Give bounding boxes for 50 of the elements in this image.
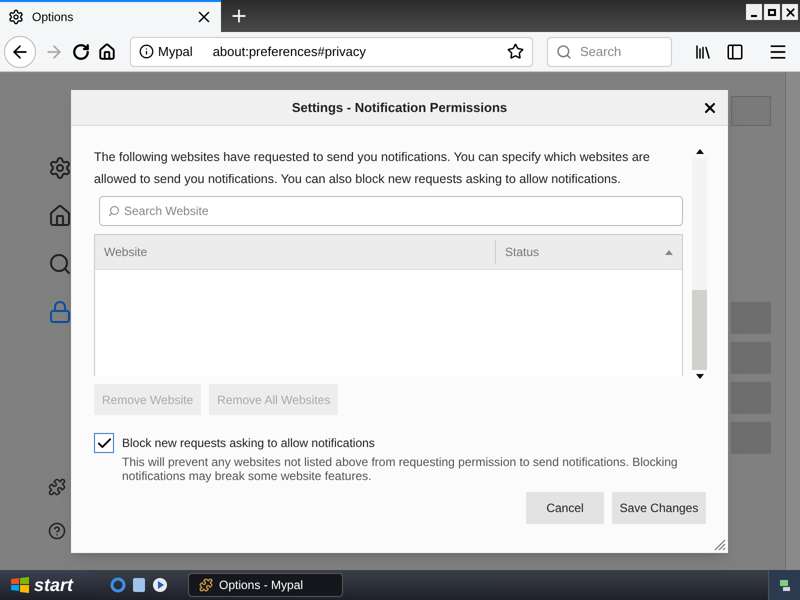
search-icon [108,205,120,217]
back-button[interactable] [4,36,36,68]
dialog-description: The following websites have requested to send you notifications. You can specify which websites are allowed to send you notifications. You can also block new requests asking to allow notifications. [94,149,651,188]
gear-icon[interactable] [48,156,72,180]
library-icon[interactable] [694,42,712,60]
windows-logo-icon [10,576,30,594]
app-icon [199,578,213,592]
help-icon[interactable] [48,522,66,540]
close-button[interactable] [782,4,798,20]
reload-icon[interactable] [72,42,90,60]
lock-icon[interactable] [48,300,72,324]
resize-grip-icon[interactable] [714,539,726,551]
document-icon[interactable] [132,577,146,593]
checkbox[interactable] [94,433,114,453]
home-icon[interactable] [98,42,116,60]
checkbox-label[interactable]: Block new requests asking to allow notifications [122,434,728,452]
home-icon[interactable] [48,204,72,228]
close-icon [784,6,796,18]
media-player-icon[interactable] [152,577,168,593]
site-identity: Mypal [158,42,193,61]
network-icon[interactable] [778,578,792,592]
browser-icon[interactable] [110,577,126,593]
sort-arrow-icon [665,250,673,254]
browser-tab[interactable]: Options [0,0,221,32]
restore-button[interactable] [764,4,780,20]
sidebar-icon[interactable] [726,42,744,60]
column-header[interactable]: Website [95,240,496,264]
taskbar-task[interactable]: Options - Mypal [188,573,343,597]
tab-title: Options [32,9,74,26]
search-icon [556,44,572,60]
search-icon[interactable] [48,252,72,276]
option-note: This will prevent any websites not listed above from requesting permission to send notifications. Blocking notifications may break some website features. [122,455,679,483]
column-header[interactable]: Status [496,240,682,264]
info-icon[interactable] [139,44,154,59]
gear-icon [8,9,24,25]
save-button[interactable]: Save Changes [612,492,706,524]
search-placeholder: Search Website [124,203,208,220]
dialog-title: Settings - Notification Permissions [292,98,508,117]
url-bar[interactable]: Mypal about:preferences#privacy [130,36,533,66]
puzzle-icon[interactable] [48,478,66,496]
page-field [731,96,771,126]
search-website-field[interactable]: Search Website [99,196,683,226]
url-text: about:preferences#privacy [212,42,366,61]
cancel-button[interactable]: Cancel [526,492,604,524]
scroll-thumb[interactable] [692,290,707,370]
bookmark-star-icon[interactable] [507,43,524,60]
minimize-button[interactable] [746,4,762,20]
search-field[interactable]: Search [547,36,672,66]
search-placeholder: Search [580,42,622,61]
close-icon[interactable] [702,100,718,116]
